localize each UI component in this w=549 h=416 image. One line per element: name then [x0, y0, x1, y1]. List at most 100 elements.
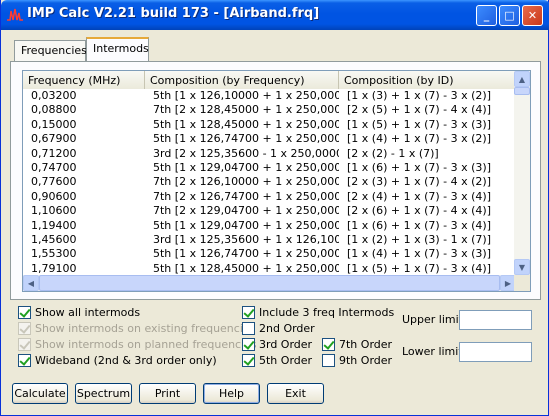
table-row[interactable]: 0,08800 7th [2 x 128,45000 + 1 x 250,0000…	[23, 103, 516, 117]
table-cell: 1,79100	[31, 261, 77, 275]
table-row[interactable]: 0,03200 5th [1 x 126,10000 + 1 x 250,0000…	[23, 89, 516, 103]
close-button[interactable]: ✕	[522, 5, 543, 26]
table-cell: [2 x (6) + 1 x (7) - 4 x (4)]	[347, 204, 492, 218]
order-7th-checkbox[interactable]: 7th Order	[322, 336, 392, 352]
table-cell: 3rd [1 x 125,35600 + 1 x 126,10000...	[153, 232, 339, 246]
minimize-button[interactable]: _	[476, 5, 497, 26]
list-rows: 0,03200 5th [1 x 126,10000 + 1 x 250,0000…	[23, 89, 516, 276]
table-row[interactable]: 0,74700 5th [1 x 129,04700 + 1 x 250,0000…	[23, 161, 516, 175]
table-row[interactable]: 1,55300 5th [1 x 126,74700 + 1 x 250,0000…	[23, 247, 516, 261]
tab-frequencies[interactable]: Frequencies	[14, 40, 87, 61]
table-row[interactable]: 1,45600 3rd [1 x 125,35600 + 1 x 126,1000…	[23, 233, 516, 247]
order-9th-checkbox[interactable]: 9th Order	[322, 352, 392, 368]
table-row[interactable]: 1,19400 5th [1 x 129,04700 + 1 x 250,0000…	[23, 219, 516, 233]
lower-limit-input[interactable]	[459, 342, 532, 362]
exit-button[interactable]: Exit	[267, 383, 324, 404]
wideband-checkbox[interactable]: Wideband (2nd & 3rd order only)	[18, 352, 217, 368]
checkbox-label: Wideband (2nd & 3rd order only)	[35, 353, 217, 367]
checkbox-box[interactable]	[18, 353, 31, 367]
checkbox-box[interactable]	[322, 337, 335, 351]
checkbox-label: Show intermods on planned frequencies	[35, 337, 257, 351]
title-bar[interactable]: IMP Calc V2.21 build 173 - [Airband.frq]…	[1, 0, 549, 30]
table-row[interactable]: 0,15000 5th [1 x 128,45000 + 1 x 250,0000…	[23, 118, 516, 132]
checkbox-box[interactable]	[18, 321, 31, 335]
table-cell: [1 x (6) + 1 x (7) - 3 x (3)]	[347, 160, 492, 174]
table-row[interactable]: 0,77600 7th [2 x 126,10000 + 1 x 250,0000…	[23, 175, 516, 189]
table-row[interactable]: 1,79100 5th [1 x 128,45000 + 1 x 250,0000…	[23, 262, 516, 276]
help-button[interactable]: Help	[203, 383, 260, 404]
table-cell: [2 x (5) + 1 x (7) - 4 x (4)]	[347, 103, 492, 117]
table-row[interactable]: 0,90600 7th [2 x 126,74700 + 1 x 250,0000…	[23, 190, 516, 204]
order-3rd-checkbox[interactable]: 3rd Order	[242, 336, 312, 352]
table-cell: 7th [2 x 126,10000 + 1 x 250,00000...	[153, 175, 339, 189]
table-cell: [1 x (4) + 1 x (7) - 3 x (3)]	[347, 247, 492, 261]
checkbox-label: Show all intermods	[35, 305, 141, 319]
window-title: IMP Calc V2.21 build 173 - [Airband.frq]	[27, 6, 320, 21]
col-composition-id[interactable]: Composition (by ID)	[339, 71, 516, 89]
horizontal-scrollbar[interactable]: ◀ ▶	[23, 275, 516, 291]
scroll-left-button[interactable]: ◀	[23, 275, 39, 291]
checkbox-label: 5th Order	[259, 353, 313, 367]
table-cell: 5th [1 x 128,45000 + 1 x 250,00000...	[153, 117, 339, 131]
scrollbar-corner	[514, 275, 530, 291]
include-3freq-checkbox[interactable]: Include 3 freq Intermods	[242, 304, 394, 320]
table-cell: 0,03200	[31, 89, 77, 102]
table-cell: 0,74700	[31, 160, 77, 174]
table-cell: 0,67900	[31, 132, 77, 146]
show-existing-checkbox[interactable]: Show intermods on existing frequencies	[18, 320, 255, 336]
table-cell: [1 x (5) + 1 x (7) - 3 x (4)]	[347, 261, 492, 275]
table-cell: 0,08800	[31, 103, 77, 117]
checkbox-box[interactable]	[242, 353, 255, 367]
app-window: IMP Calc V2.21 build 173 - [Airband.frq]…	[0, 0, 549, 416]
table-cell: [1 x (6) + 1 x (7) - 3 x (4)]	[347, 218, 492, 232]
table-cell: 5th [1 x 129,04700 + 1 x 250,00000...	[153, 218, 339, 232]
print-button[interactable]: Print	[139, 383, 196, 404]
table-cell: 7th [2 x 129,04700 + 1 x 250,00000...	[153, 204, 339, 218]
list-header: Frequency (MHz) Composition (by Frequenc…	[23, 71, 516, 89]
table-cell: [1 x (5) + 1 x (7) - 3 x (3)]	[347, 117, 492, 131]
upper-limit-input[interactable]	[459, 310, 532, 330]
table-cell: 7th [2 x 126,74700 + 1 x 250,00000...	[153, 189, 339, 203]
table-row[interactable]: 0,67900 5th [1 x 126,74700 + 1 x 250,0000…	[23, 132, 516, 146]
checkbox-box[interactable]	[242, 337, 255, 351]
checkbox-box[interactable]	[18, 337, 31, 351]
order-2nd-checkbox[interactable]: 2nd Order	[242, 320, 315, 336]
spectrum-button[interactable]: Spectrum	[75, 383, 132, 404]
waveform-app-icon	[7, 8, 23, 21]
table-cell: 0,15000	[31, 117, 77, 131]
maximize-icon: □	[504, 9, 515, 22]
table-cell: 1,19400	[31, 218, 77, 232]
table-row[interactable]: 1,10600 7th [2 x 129,04700 + 1 x 250,0000…	[23, 204, 516, 218]
col-frequency[interactable]: Frequency (MHz)	[23, 71, 145, 89]
intermod-list[interactable]: Frequency (MHz) Composition (by Frequenc…	[22, 70, 531, 292]
table-cell: 5th [1 x 126,74700 + 1 x 250,00000...	[153, 132, 339, 146]
table-cell: 0,77600	[31, 175, 77, 189]
tab-intermods[interactable]: Intermods	[86, 37, 149, 61]
checkbox-box[interactable]	[322, 353, 335, 367]
table-row[interactable]: 0,71200 3rd [2 x 125,35600 - 1 x 250,0000…	[23, 147, 516, 161]
maximize-button[interactable]: □	[499, 5, 520, 26]
scroll-down-button[interactable]: ▼	[514, 259, 530, 275]
table-cell: [1 x (2) + 1 x (3) - 1 x (7)]	[347, 232, 492, 246]
tab-frequencies-label: Frequencies	[21, 44, 87, 57]
checkbox-box[interactable]	[18, 305, 31, 319]
show-all-intermods-checkbox[interactable]: Show all intermods	[18, 304, 140, 320]
order-5th-checkbox[interactable]: 5th Order	[242, 352, 312, 368]
vertical-scroll-thumb[interactable]	[514, 87, 530, 95]
horizontal-scroll-thumb[interactable]	[39, 275, 500, 291]
vertical-scrollbar[interactable]: ▲ ▼	[514, 71, 530, 275]
show-planned-checkbox[interactable]: Show intermods on planned frequencies	[18, 336, 257, 352]
table-cell: 5th [1 x 129,04700 + 1 x 250,00000...	[153, 160, 339, 174]
table-cell: [2 x (3) + 1 x (7) - 4 x (2)]	[347, 175, 492, 189]
calculate-button[interactable]: Calculate	[12, 383, 68, 404]
table-cell: 0,90600	[31, 189, 77, 203]
col-composition-frequency[interactable]: Composition (by Frequency)	[145, 71, 339, 89]
table-cell: 5th [1 x 128,45000 + 1 x 250,00000...	[153, 261, 339, 275]
checkbox-box[interactable]	[242, 321, 255, 335]
checkbox-label: 3rd Order	[259, 337, 313, 351]
table-cell: 1,55300	[31, 247, 77, 261]
lower-limit-label: Lower limit	[402, 345, 463, 358]
checkbox-box[interactable]	[242, 305, 255, 319]
minimize-icon: _	[483, 9, 490, 22]
scroll-up-button[interactable]: ▲	[514, 71, 530, 87]
